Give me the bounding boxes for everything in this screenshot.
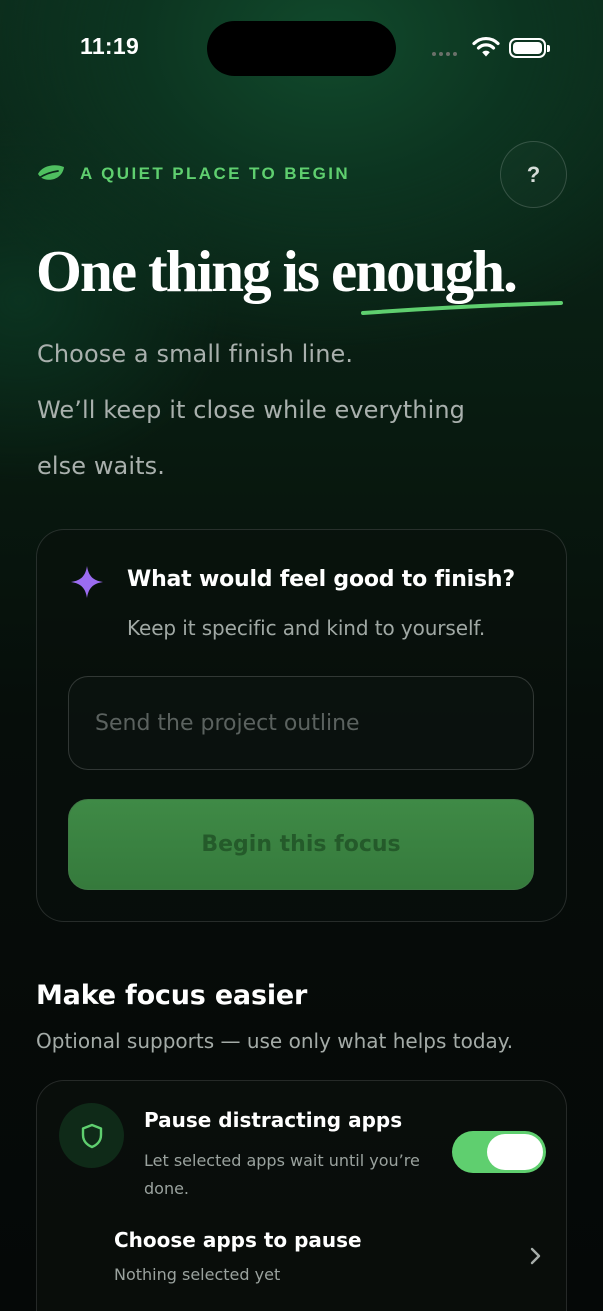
pause-apps-title: Pause distracting apps [144,1108,403,1132]
section-subtitle: Optional supports — use only what helps … [36,1029,514,1053]
help-label: ? [526,161,541,187]
begin-focus-button[interactable]: Begin this focus [68,799,534,890]
pause-apps-description: Let selected apps wait until you’re done… [144,1151,420,1198]
toggle-knob [487,1134,543,1170]
focus-goal-input[interactable] [68,676,534,770]
cellular-signal-icon [432,52,457,56]
leaf-icon [36,164,66,188]
chevron-right-icon [529,1246,543,1270]
intro-line: We’ll keep it close while everything [37,396,465,424]
battery-tip [547,45,550,52]
status-time: 11:19 [80,33,140,59]
battery-icon [509,38,546,58]
choose-apps-subtitle: Nothing selected yet [114,1265,281,1284]
tagline: A QUIET PLACE TO BEGIN [80,164,351,183]
intro-line: Choose a small finish line. [37,340,354,368]
help-button[interactable]: ? [500,141,567,208]
focus-card-subtitle: Keep it specific and kind to yourself. [127,616,486,640]
focus-card-title: What would feel good to finish? [127,567,515,592]
wifi-icon [472,36,500,62]
headline-underline [360,301,565,323]
section-title: Make focus easier [36,980,308,1011]
page-headline: One thing is enough. [36,238,518,304]
shield-icon [59,1103,124,1168]
dynamic-island [207,21,396,76]
pause-apps-toggle[interactable] [452,1131,546,1173]
intro-text: Choose a small finish line. We’ll keep i… [37,326,557,494]
intro-line: else waits. [37,452,165,480]
sparkle-icon [70,565,104,603]
choose-apps-title: Choose apps to pause [114,1228,362,1252]
